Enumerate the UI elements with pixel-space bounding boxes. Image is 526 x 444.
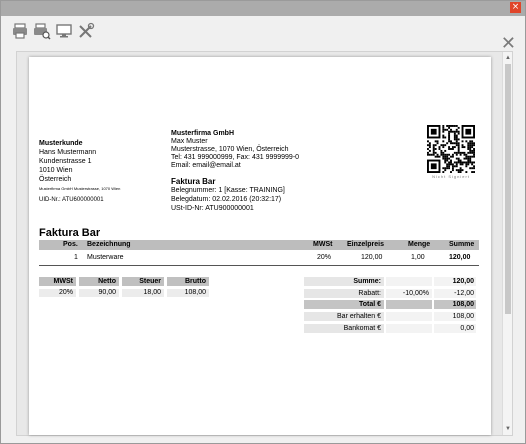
vat-header-net: Netto [79, 277, 119, 286]
cash-label: Bar erhalten € [304, 312, 384, 321]
vat-gross: 108,00 [167, 289, 209, 297]
card-mid [386, 324, 432, 333]
sender-line: Musterfirma GmbH Musterstrasse, 1070 Wie… [39, 186, 121, 191]
row-pos: 1 [74, 254, 78, 261]
discount-label: Rabatt: [304, 289, 384, 298]
vat-rate: 20% [39, 289, 76, 297]
vat-header-tax: Steuer [122, 277, 164, 286]
col-pos: Pos. [63, 241, 78, 248]
cash-mid [386, 312, 432, 321]
total-label: Total € [304, 300, 384, 309]
toolbar: ✕ [1, 16, 525, 53]
total-mid [386, 300, 432, 309]
receipt-title: Faktura Bar [171, 177, 216, 186]
company-phone: Tel: 431 999000999, Fax: 431 9999999-0 [171, 154, 300, 161]
qr-code [427, 125, 475, 173]
row-vat: 20% [317, 254, 332, 261]
col-sum: Summe [449, 241, 475, 248]
table-row: 1 Musterware 20% 120,00 1,00 120,00 [39, 253, 479, 265]
row-unit: 120,00 [361, 254, 383, 261]
receipt-date: Belegdatum: 02.02.2016 (20:32:17) [171, 196, 282, 203]
document-viewport[interactable]: Musterkunde Hans Mustermann Kundenstrass… [16, 51, 513, 436]
row-qty: 1,00 [411, 254, 425, 261]
items-table-header: Pos. Bezeichnung MWSt Einzelpreis Menge … [39, 240, 479, 250]
customer-city: 1010 Wien [39, 167, 73, 174]
card-label: Bankomat € [304, 324, 384, 333]
receipt-ustid: USt-ID-Nr: ATU900000001 [171, 205, 254, 212]
report-viewer-window: × ✕ Musterkunde Hans Mustermann Kundenst… [0, 0, 526, 444]
printer-icon[interactable] [11, 22, 29, 40]
receipt-page: Musterkunde Hans Mustermann Kundenstrass… [29, 57, 491, 435]
customer-person: Hans Mustermann [39, 149, 97, 156]
cash-value: 108,00 [434, 312, 476, 321]
sum-label: Summe: [304, 277, 384, 286]
sum-value: 120,00 [434, 277, 476, 286]
col-qty: Menge [408, 241, 431, 248]
vat-tax: 18,00 [122, 289, 164, 297]
print-preview-icon[interactable] [33, 22, 51, 40]
title-bar: × [1, 1, 525, 16]
col-unit: Einzelpreis [347, 241, 384, 248]
customer-country: Österreich [39, 176, 72, 183]
document-title: Faktura Bar [39, 227, 101, 239]
vertical-scrollbar[interactable]: ▲ ▼ [502, 52, 512, 435]
company-email: Email: email@email.at [171, 162, 241, 169]
customer-street: Kundenstrasse 1 [39, 158, 92, 165]
receipt-number: Belegnummer: 1 [Kasse: TRAINING] [171, 187, 285, 194]
total-row: Total € 108,00 [304, 300, 476, 309]
cash-row: Bar erhalten € 108,00 [304, 312, 476, 321]
qr-caption: Nicht Signiert [432, 174, 470, 179]
company-contact: Max Muster [171, 138, 208, 145]
total-value: 108,00 [434, 300, 476, 309]
scroll-thumb[interactable] [505, 64, 511, 314]
monitor-icon[interactable] [55, 22, 73, 40]
discount-row: Rabatt: -10,00% -12,00 [304, 289, 476, 298]
scroll-up-arrow[interactable]: ▲ [504, 54, 512, 62]
customer-name: Musterkunde [39, 140, 83, 147]
tools-icon[interactable] [77, 22, 95, 40]
row-sum: 120,00 [449, 254, 471, 261]
vat-header-rate: MWSt [39, 277, 76, 286]
company-address: Musterstrasse, 1070 Wien, Österreich [171, 146, 289, 153]
divider [39, 265, 479, 266]
col-desc: Bezeichnung [87, 241, 131, 248]
window-close-button[interactable]: × [510, 2, 521, 13]
vat-net: 90,00 [79, 289, 119, 297]
vat-header-gross: Brutto [167, 277, 209, 286]
card-value: 0,00 [434, 324, 476, 333]
sum-mid [386, 277, 432, 286]
card-row: Bankomat € 0,00 [304, 324, 476, 333]
company-name: Musterfirma GmbH [171, 130, 235, 137]
col-vat: MWSt [313, 241, 333, 248]
discount-value: -12,00 [434, 289, 476, 298]
scroll-down-arrow[interactable]: ▼ [504, 425, 512, 433]
sum-row: Summe: 120,00 [304, 277, 476, 286]
discount-pct: -10,00% [386, 289, 432, 298]
row-desc: Musterware [87, 254, 124, 261]
customer-uid: UID-Nr.: ATU600000001 [39, 197, 104, 203]
